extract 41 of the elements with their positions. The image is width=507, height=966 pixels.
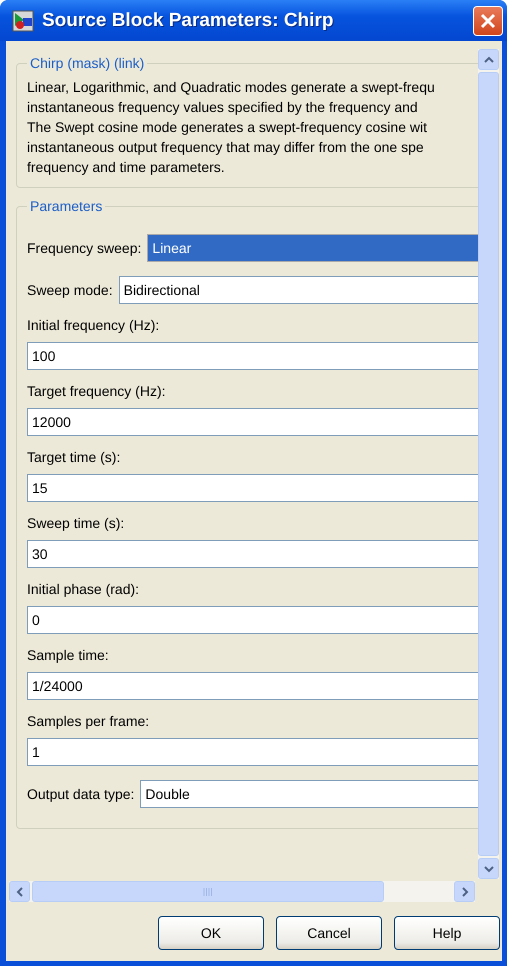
description-line: Linear, Logarithmic, and Quadratic modes generate a swept-frequ <box>27 78 436 97</box>
field-label: Output data type: <box>27 786 134 802</box>
field-label: Sample time: <box>27 647 110 663</box>
scroll-right-button[interactable] <box>454 881 475 902</box>
description-line: instantaneous frequency values specified by the frequency and <box>27 98 419 117</box>
dialog-button[interactable]: Help <box>394 916 500 950</box>
input-field[interactable]: Bidirectional <box>118 276 478 304</box>
field-label: Samples per frame: <box>27 713 150 729</box>
input-field[interactable]: 100 <box>27 342 478 370</box>
scrollbar-thumb[interactable] <box>32 881 384 902</box>
field-label: Initial phase (rad): <box>27 581 140 597</box>
input-field[interactable]: Linear <box>147 234 478 262</box>
field-label: Target frequency (Hz): <box>27 383 166 399</box>
input-field[interactable]: 1 <box>27 738 478 766</box>
scroll-up-button[interactable] <box>478 49 499 70</box>
input-field[interactable]: 30 <box>27 540 478 568</box>
dialog-button[interactable]: Cancel <box>276 916 382 950</box>
close-button[interactable] <box>473 6 503 36</box>
input-field[interactable]: 0 <box>27 606 478 634</box>
scrollbar-thumb[interactable] <box>478 72 499 856</box>
app-icon <box>12 10 34 32</box>
group-title: Parameters <box>29 198 104 214</box>
input-field[interactable]: Double <box>140 780 478 808</box>
input-field[interactable]: 1/24000 <box>27 672 478 700</box>
scroll-down-button[interactable] <box>478 858 499 879</box>
field-label: Sweep mode: <box>27 282 113 298</box>
field-label: Sweep time (s): <box>27 515 126 531</box>
scroll-left-button[interactable] <box>9 881 30 902</box>
dialog-button[interactable]: OK <box>158 916 264 950</box>
group-title: Chirp (mask) (link) <box>29 55 146 71</box>
input-field[interactable]: 15 <box>27 474 478 502</box>
field-label: Target time (s): <box>27 449 122 465</box>
description-line: frequency and time parameters. <box>27 158 226 177</box>
description-line: The Swept cosine mode generates a swept-frequency cosine wit <box>27 118 428 137</box>
description-line: instantaneous output frequency that may differ from the one spe <box>27 138 425 157</box>
window-title: Source Block Parameters: Chirp <box>42 10 334 32</box>
field-label: Frequency sweep: <box>27 240 142 256</box>
grip-icon <box>203 886 213 896</box>
field-label: Initial frequency (Hz): <box>27 317 160 333</box>
input-field[interactable]: 12000 <box>27 408 478 436</box>
close-icon <box>479 12 497 30</box>
